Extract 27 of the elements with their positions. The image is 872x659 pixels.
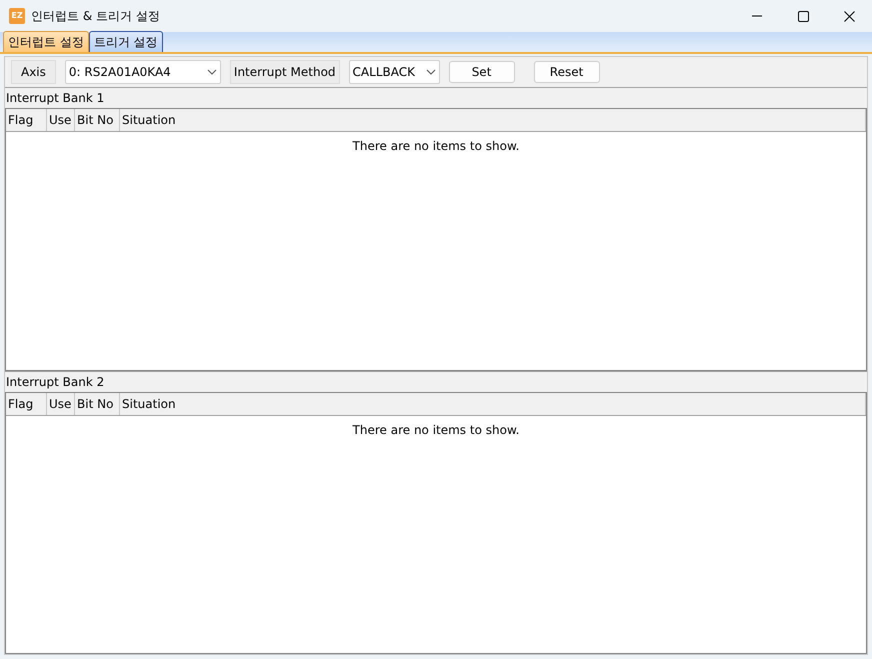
column-header[interactable]: Use (47, 392, 75, 414)
action-button[interactable]: Reset (534, 61, 600, 83)
column-header[interactable]: Flag (6, 109, 47, 131)
section-title: Interrupt Bank 1 (6, 90, 104, 107)
axis-label: Axis (11, 60, 56, 84)
maximize-icon (798, 10, 808, 22)
close-icon (844, 10, 854, 22)
column-header[interactable]: Bit No (75, 109, 120, 131)
column-header[interactable]: Situation (120, 109, 866, 131)
chevron-down-icon (426, 69, 436, 75)
app-logo-icon: EZ (9, 8, 25, 24)
tab[interactable]: 트리거 설정 (88, 31, 163, 52)
empty-message: There are no items to show. (352, 138, 520, 155)
minimize-icon (752, 15, 762, 17)
empty-message: There are no items to show. (352, 422, 520, 438)
column-header[interactable]: Bit No (75, 392, 120, 414)
column-header[interactable]: Use (47, 109, 75, 131)
method-label: Interrupt Method (230, 60, 340, 84)
action-button[interactable]: Set (448, 61, 515, 83)
axis-dropdown[interactable]: 0: RS2A01A0KA4 (64, 60, 221, 84)
chevron-down-icon (206, 69, 217, 75)
method-dropdown[interactable]: CALLBACK (348, 60, 440, 84)
column-header[interactable]: Flag (6, 392, 47, 414)
window-title: 인터럽트 & 트리거 설정 (31, 8, 160, 25)
section-title: Interrupt Bank 2 (6, 374, 104, 390)
column-header[interactable]: Situation (120, 392, 866, 414)
tab[interactable]: 인터럽트 설정 (3, 31, 89, 52)
